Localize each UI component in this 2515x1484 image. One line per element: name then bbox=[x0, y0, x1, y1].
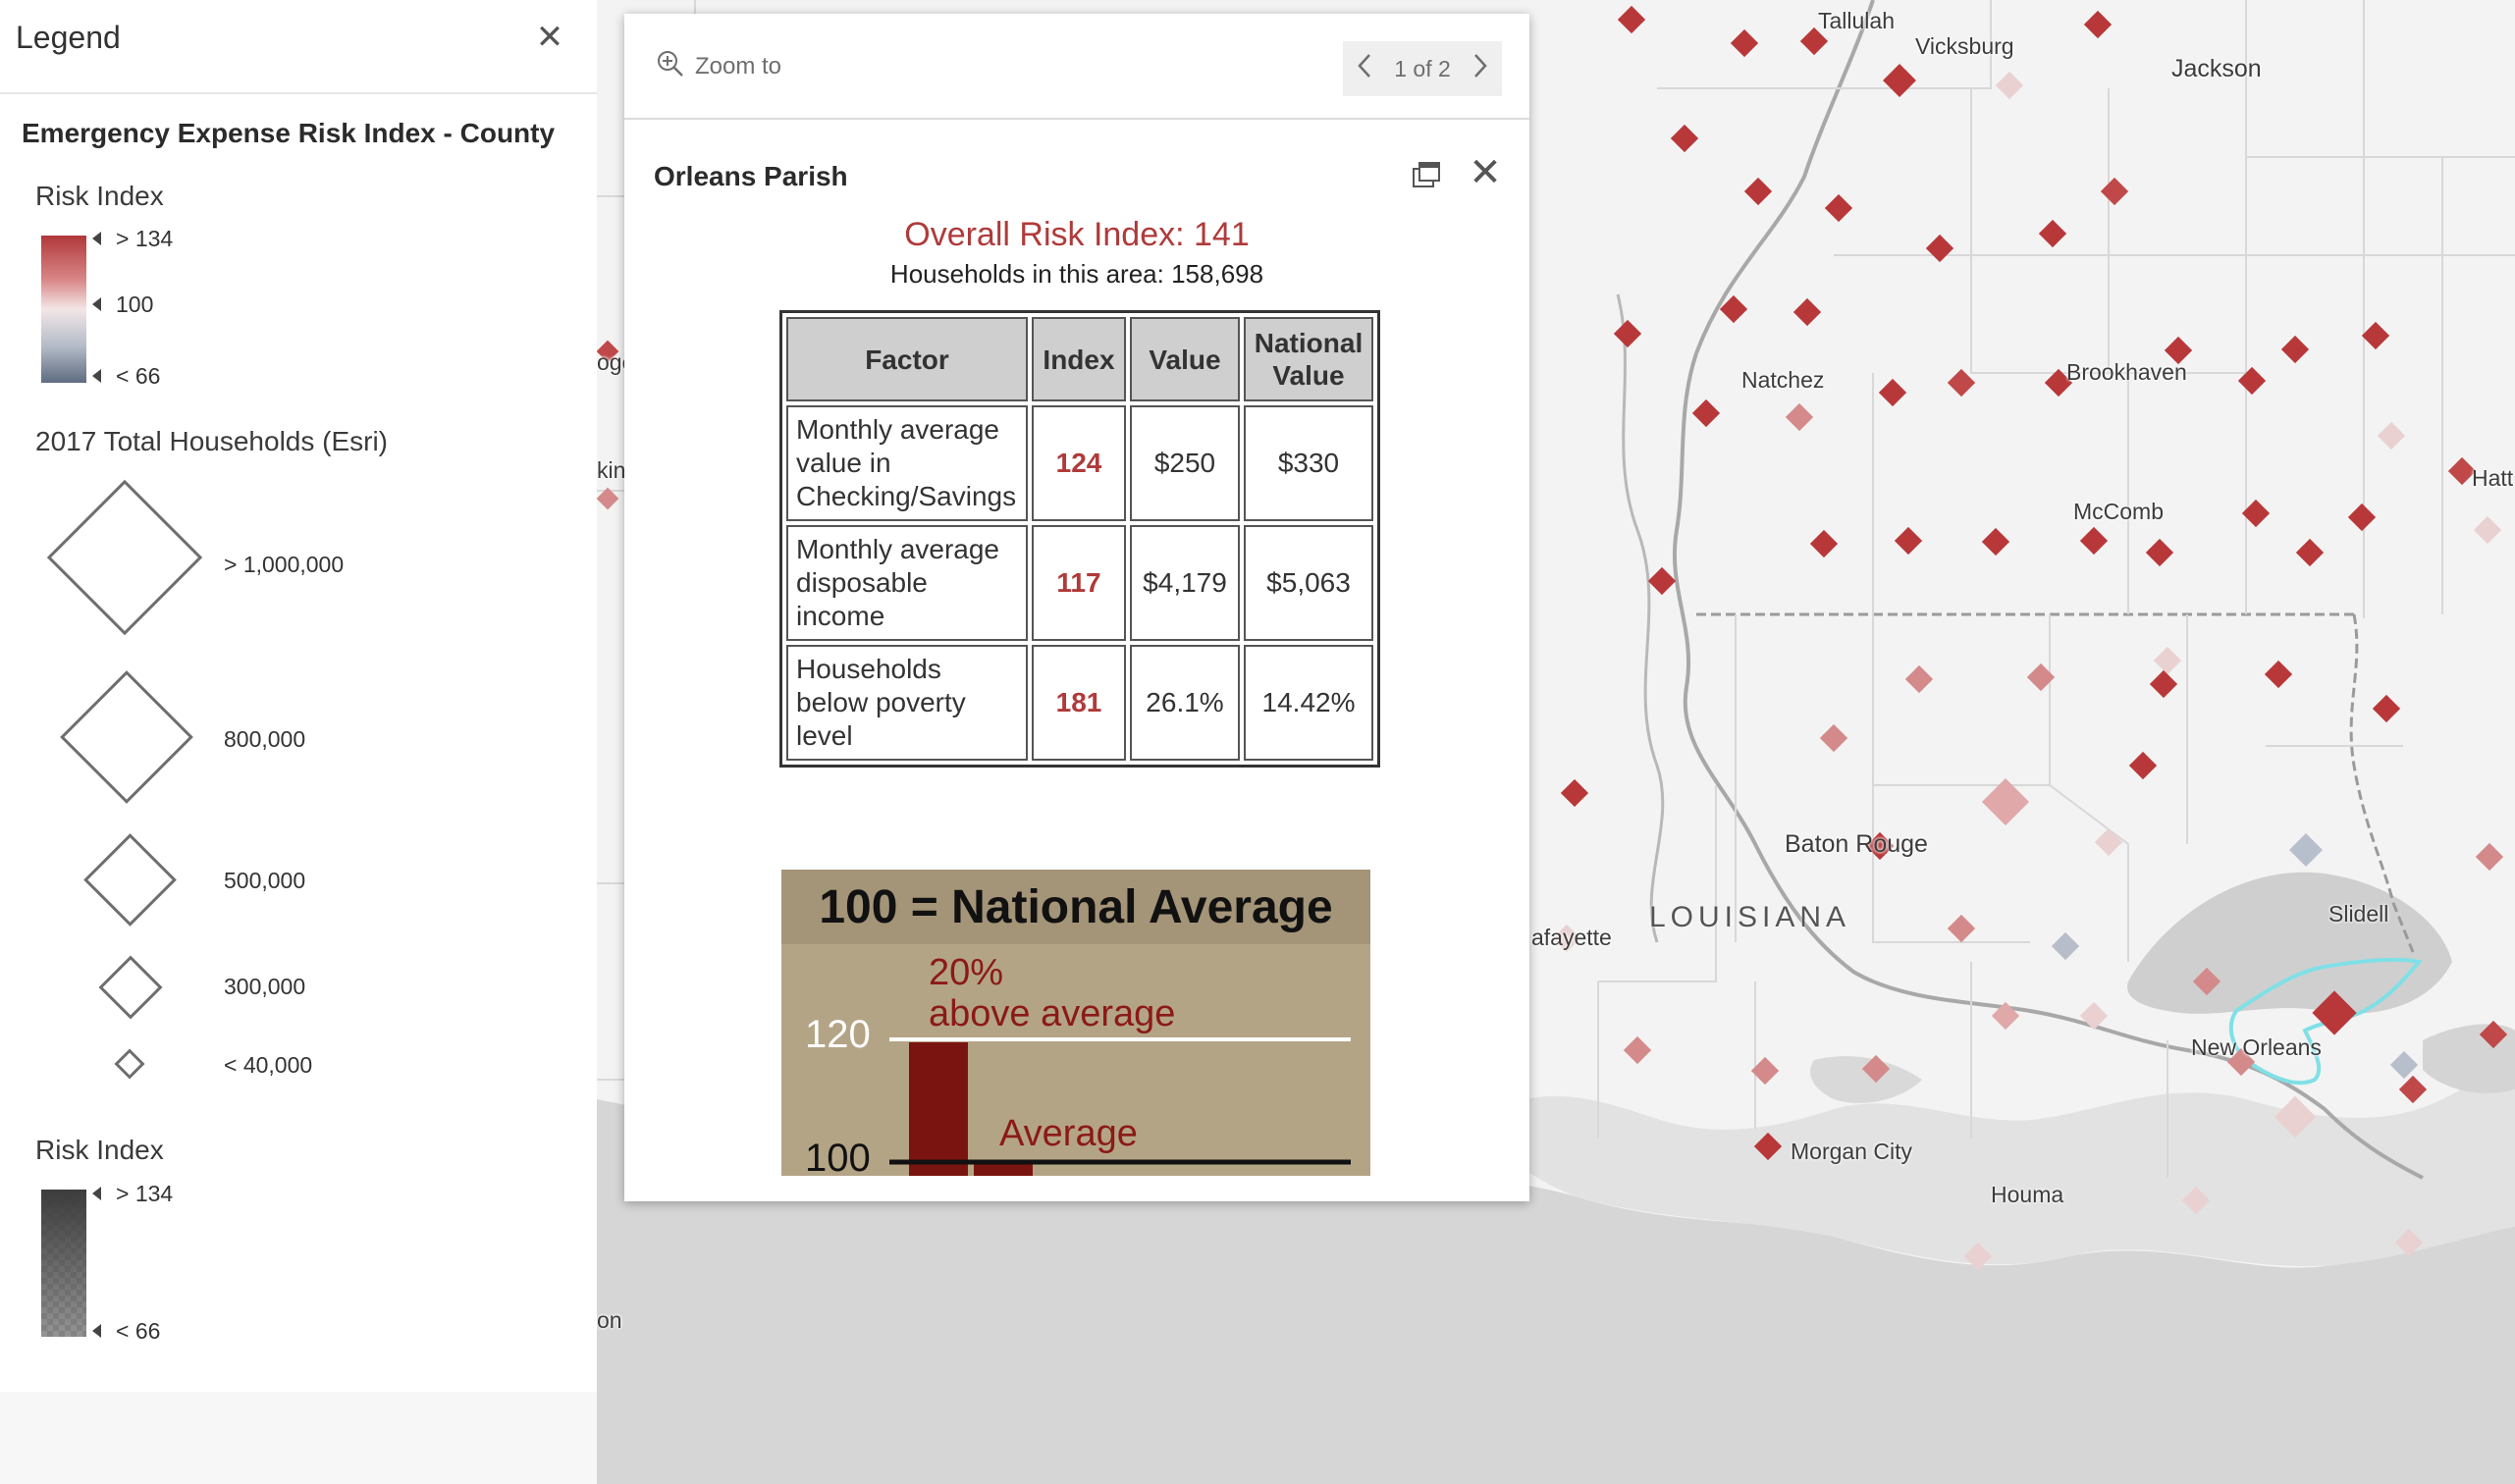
column-header: Value bbox=[1130, 317, 1240, 401]
size-symbol-smallest bbox=[114, 1048, 145, 1080]
size-symbol-medium bbox=[83, 833, 177, 927]
legend-layer-title: Emergency Expense Risk Index - County bbox=[22, 118, 556, 148]
risk-transparency-ramp bbox=[41, 1190, 86, 1337]
city-label: kin bbox=[597, 457, 626, 483]
ramp-tick bbox=[92, 297, 101, 311]
national-value-cell: 14.42% bbox=[1244, 645, 1373, 761]
city-label: Vicksburg bbox=[1915, 33, 2014, 59]
city-label: Houma bbox=[1991, 1182, 2064, 1207]
size-symbol-large bbox=[60, 670, 193, 804]
city-label: Morgan City bbox=[1791, 1139, 1912, 1164]
households-count: Households in this area: 158,698 bbox=[889, 259, 1264, 289]
city-label: Brookhaven bbox=[2066, 359, 2187, 385]
size-label: 800,000 bbox=[224, 726, 306, 752]
close-icon[interactable]: ✕ bbox=[1467, 153, 1504, 192]
overall-risk-index: Overall Risk Index: 141 bbox=[904, 216, 1250, 253]
ramp-tick bbox=[92, 1187, 101, 1200]
zoom-to-button[interactable]: Zoom to bbox=[656, 47, 781, 86]
ramp-tick bbox=[92, 369, 101, 383]
legend-panel: Legend ✕ Emergency Expense Risk Index - … bbox=[0, 0, 597, 1392]
close-icon[interactable]: ✕ bbox=[534, 21, 565, 54]
value-cell: $4,179 bbox=[1130, 525, 1240, 641]
size-label: < 40,000 bbox=[224, 1052, 313, 1078]
legend-title: Legend bbox=[16, 20, 121, 55]
legend-header: Legend ✕ bbox=[0, 0, 597, 94]
ramp2-label-high: > 134 bbox=[116, 1181, 174, 1206]
infographic-100-label: 100 bbox=[805, 1137, 871, 1176]
national-value-cell: $330 bbox=[1244, 405, 1373, 521]
popup-feature-title: Orleans Parish bbox=[654, 161, 848, 191]
ramp-tick bbox=[92, 232, 101, 245]
ramp-label-high: > 134 bbox=[116, 226, 174, 251]
dock-icon[interactable] bbox=[1410, 157, 1445, 192]
infographic-above-pct: 20% bbox=[929, 952, 1004, 993]
ramp-label-low: < 66 bbox=[116, 363, 161, 389]
city-label: afayette bbox=[1531, 925, 1612, 950]
infographic-120-label: 120 bbox=[805, 1013, 871, 1056]
size-label: 300,000 bbox=[224, 974, 306, 999]
city-label: Jackson bbox=[2171, 55, 2262, 82]
table-header-row: Factor Index Value National Value bbox=[786, 317, 1373, 401]
city-label: Natchez bbox=[1741, 367, 1825, 393]
value-cell: 26.1% bbox=[1130, 645, 1240, 761]
ramp2-label-low: < 66 bbox=[116, 1318, 161, 1344]
index-cell: 181 bbox=[1032, 645, 1126, 761]
national-value-cell: $5,063 bbox=[1244, 525, 1373, 641]
next-feature-icon[interactable] bbox=[1472, 53, 1488, 84]
zoom-in-icon bbox=[656, 49, 685, 85]
factor-cell: Monthly average value in Checking/Saving… bbox=[786, 405, 1028, 521]
zoom-to-label: Zoom to bbox=[695, 53, 782, 80]
size-label: 500,000 bbox=[224, 868, 306, 893]
ramp-tick bbox=[92, 1324, 101, 1338]
city-label: McComb bbox=[2073, 499, 2165, 524]
national-average-infographic: 100 = National Average 120 100 20% above… bbox=[781, 870, 1370, 1176]
city-label: on bbox=[597, 1307, 622, 1333]
infographic-average-text: Average bbox=[999, 1113, 1138, 1154]
city-label: Tallulah bbox=[1818, 8, 1895, 33]
feature-pager: 1 of 2 bbox=[1343, 41, 1502, 96]
size-symbol-largest bbox=[46, 479, 203, 636]
previous-feature-icon[interactable] bbox=[1357, 53, 1372, 84]
risk-index-heading: Risk Index bbox=[35, 181, 164, 211]
size-label: > 1,000,000 bbox=[224, 552, 345, 577]
table-row: Monthly average value in Checking/Saving… bbox=[786, 405, 1373, 521]
column-header: National Value bbox=[1244, 317, 1373, 401]
index-cell: 124 bbox=[1032, 405, 1126, 521]
factor-cell: Monthly average disposable income bbox=[786, 525, 1028, 641]
city-label: Hatt bbox=[2472, 465, 2514, 491]
risk-index-heading-2: Risk Index bbox=[35, 1135, 164, 1165]
size-symbol-small bbox=[98, 955, 163, 1020]
city-label: New Orleans bbox=[2191, 1034, 2322, 1060]
column-header: Factor bbox=[786, 317, 1028, 401]
value-cell: $250 bbox=[1130, 405, 1240, 521]
factor-cell: Households below poverty level bbox=[786, 645, 1028, 761]
column-header: Index bbox=[1032, 317, 1126, 401]
factor-table: Factor Index Value National Value Monthl… bbox=[779, 310, 1380, 768]
feature-popup: Zoom to 1 of 2 Orleans Parish ✕ Overall … bbox=[624, 14, 1529, 1201]
pager-count: 1 of 2 bbox=[1394, 55, 1451, 81]
legend-footer bbox=[0, 1392, 597, 1484]
popup-toolbar: Zoom to 1 of 2 bbox=[624, 14, 1529, 120]
table-row: Monthly average disposable income 117 $4… bbox=[786, 525, 1373, 641]
city-label: Baton Rouge bbox=[1785, 830, 1928, 858]
households-heading: 2017 Total Households (Esri) bbox=[35, 426, 389, 456]
index-cell: 117 bbox=[1032, 525, 1126, 641]
infographic-above-text: above average bbox=[929, 993, 1176, 1034]
state-label: LOUISIANA bbox=[1649, 901, 1851, 933]
table-row: Households below poverty level 181 26.1%… bbox=[786, 645, 1373, 761]
city-label: Slidell bbox=[2328, 901, 2389, 927]
ramp-label-mid: 100 bbox=[116, 292, 154, 317]
risk-color-ramp bbox=[41, 236, 86, 383]
